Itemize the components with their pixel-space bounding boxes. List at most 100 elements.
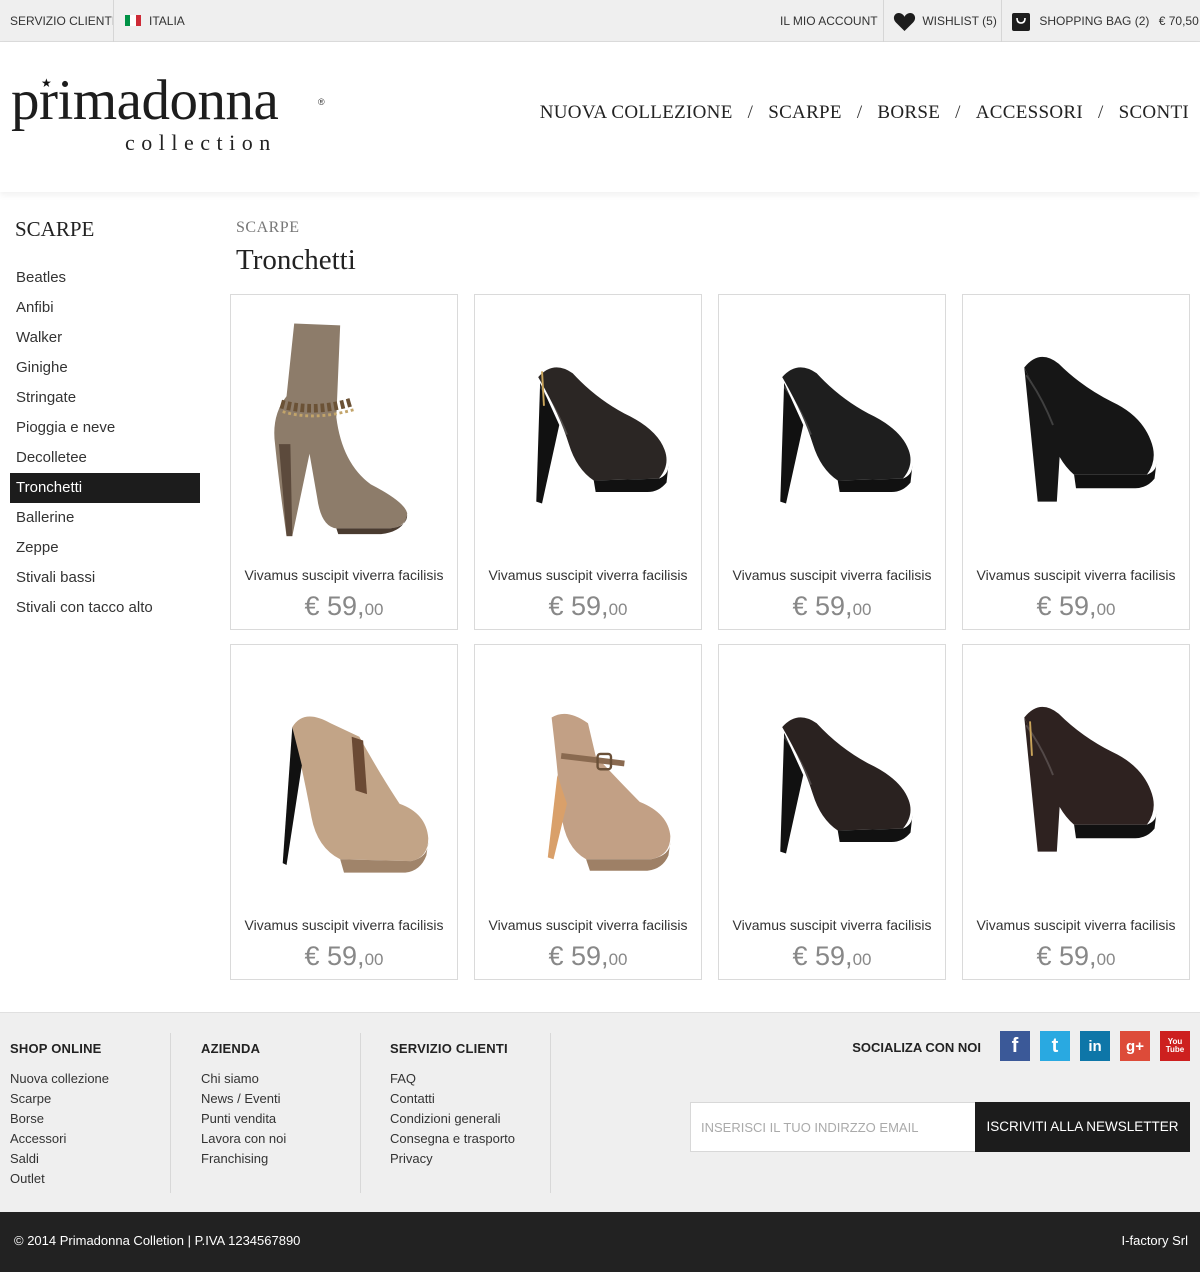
sidebar-item-decolletee[interactable]: Decolletee [10,443,200,473]
nav-separator: / [856,102,863,123]
sidebar-item-stringate[interactable]: Stringate [10,383,200,413]
sidebar-item-stivali-con-tacco-alto[interactable]: Stivali con tacco alto [10,593,200,623]
category-list: Beatles Anfibi Walker Ginighe Stringate Piogg… [10,263,200,623]
footer-link-privacy[interactable]: Privacy [390,1149,515,1169]
footer-link-saldi[interactable]: Saldi [10,1149,109,1169]
topbar-divider [883,0,884,42]
price-main: € 59, [304,941,365,971]
product-price: € 59,00 [719,591,945,625]
nav-accessori[interactable]: ACCESSORI [976,102,1083,123]
nav-separator: / [955,102,961,123]
footer-service-column: SERVIZIO CLIENTI FAQ Contatti Condizioni g… [390,1033,515,1193]
footer-service-title: SERVIZIO CLIENTI [390,1041,508,1056]
linkedin-icon[interactable]: in [1080,1031,1110,1061]
product-card[interactable]: Vivamus suscipit viverra facilisis € 59,0… [962,294,1190,630]
shopping-bag-icon [1011,12,1031,31]
footer-link-punti-vendita[interactable]: Punti vendita [201,1109,286,1129]
product-price: € 59,00 [475,591,701,625]
footer-link-lavora-con-noi[interactable]: Lavora con noi [201,1129,286,1149]
product-card[interactable]: Vivamus suscipit viverra facilisis € 59,0… [962,644,1190,980]
product-card[interactable]: Vivamus suscipit viverra facilisis € 59,0… [718,644,946,980]
breadcrumb[interactable]: SCARPE [236,219,299,237]
shopping-bag-label: SHOPPING BAG [1039,14,1132,28]
sidebar-item-zeppe[interactable]: Zeppe [10,533,200,563]
shopping-bag-link[interactable]: SHOPPING BAG (2) € 70,50 [1011,0,1199,42]
product-image[interactable] [963,295,1189,555]
nav-sconti[interactable]: SCONTI [1119,102,1189,123]
star-icon: ★ [41,76,52,90]
price-main: € 59, [1036,941,1097,971]
footer-link-outlet[interactable]: Outlet [10,1169,109,1189]
country-selector[interactable]: ITALIA [125,0,185,42]
product-image[interactable] [231,645,457,905]
sidebar-item-ballerine[interactable]: Ballerine [10,503,200,533]
product-name[interactable]: Vivamus suscipit viverra facilisis [719,917,945,933]
price-main: € 59, [548,941,609,971]
my-account-link[interactable]: IL MIO ACCOUNT [780,0,878,42]
product-image[interactable] [475,645,701,905]
product-image[interactable] [719,295,945,555]
credit-link[interactable]: I-factory Srl [1122,1233,1188,1248]
footer-link-scarpe[interactable]: Scarpe [10,1089,109,1109]
footer-link-borse[interactable]: Borse [10,1109,109,1129]
youtube-icon[interactable]: You Tube [1160,1031,1190,1061]
product-name[interactable]: Vivamus suscipit viverra facilisis [475,917,701,933]
price-cents: 00 [852,950,872,969]
product-image[interactable] [719,645,945,905]
footer-link-chi-siamo[interactable]: Chi siamo [201,1069,286,1089]
product-card[interactable]: Vivamus suscipit viverra facilisis € 59,0… [230,294,458,630]
brand-logo[interactable]: primadonna ★ ® collection [11,72,331,162]
footer-divider [170,1033,171,1193]
twitter-icon[interactable]: t [1040,1031,1070,1061]
newsletter-subscribe-button[interactable]: ISCRIVITI ALLA NEWSLETTER [975,1102,1190,1152]
sidebar-item-anfibi[interactable]: Anfibi [10,293,200,323]
footer-link-contatti[interactable]: Contatti [390,1089,515,1109]
social-label: SOCIALIZA CON NOI [852,1040,981,1055]
product-image[interactable] [475,295,701,555]
product-name[interactable]: Vivamus suscipit viverra facilisis [475,567,701,583]
sidebar-item-tronchetti[interactable]: Tronchetti [10,473,200,503]
customer-service-link[interactable]: SERVIZIO CLIENTI [10,0,115,42]
product-image[interactable] [963,645,1189,905]
boot-icon [780,717,913,854]
nav-nuova-collezione[interactable]: NUOVA COLLEZIONE [540,102,733,123]
facebook-icon[interactable]: f [1000,1031,1030,1061]
footer-divider [360,1033,361,1193]
googleplus-icon[interactable]: g+ [1120,1031,1150,1061]
product-name[interactable]: Vivamus suscipit viverra facilisis [231,567,457,583]
footer-link-faq[interactable]: FAQ [390,1069,515,1089]
sidebar-item-walker[interactable]: Walker [10,323,200,353]
sidebar-item-ginighe[interactable]: Ginighe [10,353,200,383]
boot-icon [282,716,429,873]
product-card[interactable]: Vivamus suscipit viverra facilisis € 59,0… [718,294,946,630]
footer-link-accessori[interactable]: Accessori [10,1129,109,1149]
sidebar-item-stivali-bassi[interactable]: Stivali bassi [10,563,200,593]
footer-link-news-eventi[interactable]: News / Eventi [201,1089,286,1109]
nav-scarpe[interactable]: SCARPE [768,102,842,123]
nav-borse[interactable]: BORSE [877,102,940,123]
product-name[interactable]: Vivamus suscipit viverra facilisis [719,567,945,583]
price-cents: 00 [608,950,628,969]
footer-shop-title: SHOP ONLINE [10,1041,102,1056]
wishlist-link[interactable]: WISHLIST (5) [893,0,997,42]
sidebar-item-beatles[interactable]: Beatles [10,263,200,293]
wishlist-count: (5) [982,14,997,28]
product-name[interactable]: Vivamus suscipit viverra facilisis [231,917,457,933]
product-card[interactable]: Vivamus suscipit viverra facilisis € 59,0… [474,644,702,980]
footer-link-nuova-collezione[interactable]: Nuova collezione [10,1069,109,1089]
product-card[interactable]: Vivamus suscipit viverra facilisis € 59,0… [474,294,702,630]
price-cents: 00 [1096,600,1116,619]
nav-separator: / [1097,102,1104,123]
footer-link-franchising[interactable]: Franchising [201,1149,286,1169]
topbar-divider [1001,0,1002,42]
footer-divider [550,1033,551,1193]
sidebar-item-pioggia-e-neve[interactable]: Pioggia e neve [10,413,200,443]
footer-link-consegna-e-trasporto[interactable]: Consegna e trasporto [390,1129,515,1149]
footer-link-condizioni-generali[interactable]: Condizioni generali [390,1109,515,1129]
product-image[interactable] [231,295,457,555]
product-card[interactable]: Vivamus suscipit viverra facilisis € 59,0… [230,644,458,980]
newsletter-email-input[interactable] [690,1102,976,1152]
product-name[interactable]: Vivamus suscipit viverra facilisis [963,917,1189,933]
product-name[interactable]: Vivamus suscipit viverra facilisis [963,567,1189,583]
wishlist-label: WISHLIST [922,14,979,28]
